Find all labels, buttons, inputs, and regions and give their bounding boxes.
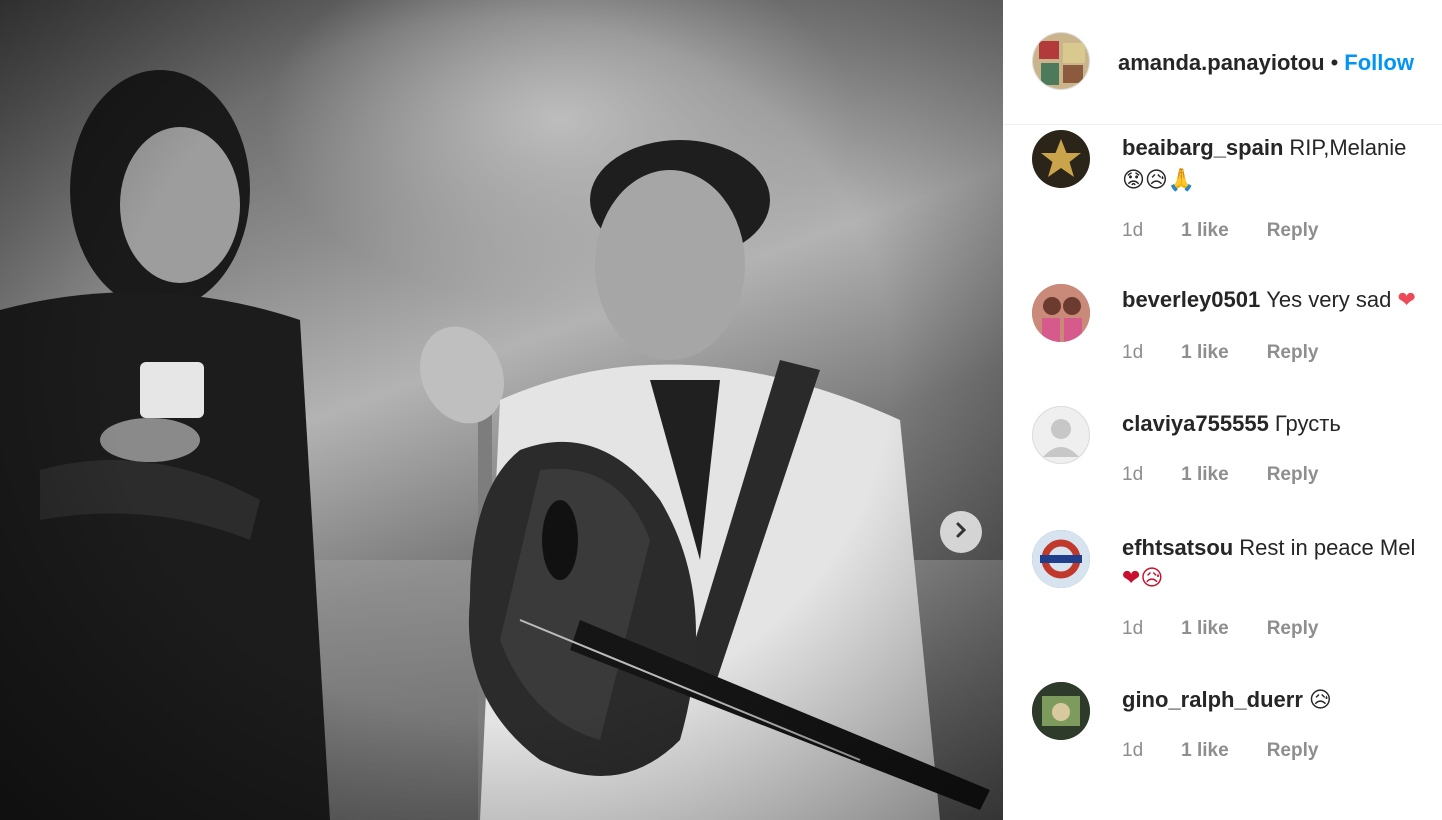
comment-text: beverley0501 Yes very sad ❤ xyxy=(1122,284,1416,317)
header-line: amanda.panayiotou • Follow xyxy=(1118,50,1414,76)
comment-emojis: 😟😥🙏 xyxy=(1122,168,1196,193)
comment-text: efhtsatsou Rest in peace Mel xyxy=(1122,532,1415,564)
post-header: amanda.panayiotou • Follow xyxy=(1003,0,1442,125)
comment-body: Грусть xyxy=(1274,411,1341,436)
comment-text: gino_ralph_duerr 😥 xyxy=(1122,684,1332,717)
commenter-avatar[interactable] xyxy=(1032,406,1090,464)
heart-emoji: ❤ xyxy=(1397,288,1416,313)
comment-likes[interactable]: 1 like xyxy=(1181,464,1229,485)
comment-text: beaibarg_spain RIP,Melanie xyxy=(1122,132,1406,164)
reply-button[interactable]: Reply xyxy=(1267,342,1319,363)
comment-emoji-line: ❤😥 xyxy=(1122,562,1163,595)
comment-time[interactable]: 1d xyxy=(1122,220,1143,241)
star-icon xyxy=(1032,139,1090,188)
comment-likes[interactable]: 1 like xyxy=(1181,342,1229,363)
comment-meta: 1d 1 like Reply xyxy=(1122,464,1356,486)
author-username[interactable]: amanda.panayiotou xyxy=(1118,50,1325,75)
commenter-avatar[interactable] xyxy=(1032,130,1090,188)
comment-time[interactable]: 1d xyxy=(1122,740,1143,761)
comment-meta: 1d 1 like Reply xyxy=(1122,220,1356,242)
comment-emojis: ❤😥 xyxy=(1122,566,1164,591)
comment-time[interactable]: 1d xyxy=(1122,464,1143,485)
comment-time[interactable]: 1d xyxy=(1122,618,1143,639)
comment-meta: 1d 1 like Reply xyxy=(1122,342,1356,364)
separator-dot: • xyxy=(1330,50,1339,75)
reply-button[interactable]: Reply xyxy=(1267,220,1319,241)
comment-username[interactable]: beaibarg_spain xyxy=(1122,135,1283,160)
post-photo xyxy=(0,0,1003,820)
comments-panel: amanda.panayiotou • Follow beaibarg_spain R… xyxy=(1003,0,1442,820)
comment-likes[interactable]: 1 like xyxy=(1181,740,1229,761)
comment-username[interactable]: beverley0501 xyxy=(1122,287,1260,312)
commenter-avatar[interactable] xyxy=(1032,682,1090,740)
commenter-avatar[interactable] xyxy=(1032,284,1090,342)
next-photo-button[interactable] xyxy=(940,511,982,553)
comment-body: 😥 xyxy=(1308,688,1332,713)
photo-vignette xyxy=(0,0,1003,820)
comment-body: Yes very sad xyxy=(1266,287,1392,312)
follow-button[interactable]: Follow xyxy=(1344,50,1414,75)
author-avatar[interactable] xyxy=(1032,32,1090,90)
comment-emoji-line: 😟😥🙏 xyxy=(1122,164,1195,197)
comment-meta: 1d 1 like Reply xyxy=(1122,618,1356,640)
comment-username[interactable]: claviya755555 xyxy=(1122,411,1269,436)
reply-button[interactable]: Reply xyxy=(1267,618,1319,639)
comment-likes[interactable]: 1 like xyxy=(1181,220,1229,241)
comment-username[interactable]: gino_ralph_duerr xyxy=(1122,687,1303,712)
reply-button[interactable]: Reply xyxy=(1267,464,1319,485)
comment-username[interactable]: efhtsatsou xyxy=(1122,535,1233,560)
comment-meta: 1d 1 like Reply xyxy=(1122,740,1356,762)
chevron-right-icon xyxy=(952,521,970,544)
default-user-icon xyxy=(1033,419,1089,463)
comment-text: claviya755555 Грусть xyxy=(1122,408,1341,440)
comment-likes[interactable]: 1 like xyxy=(1181,618,1229,639)
commenter-avatar[interactable] xyxy=(1032,530,1090,588)
comment-body: RIP,Melanie xyxy=(1289,135,1407,160)
reply-button[interactable]: Reply xyxy=(1267,740,1319,761)
comment-body: Rest in peace Mel xyxy=(1239,535,1416,560)
comment-time[interactable]: 1d xyxy=(1122,342,1143,363)
